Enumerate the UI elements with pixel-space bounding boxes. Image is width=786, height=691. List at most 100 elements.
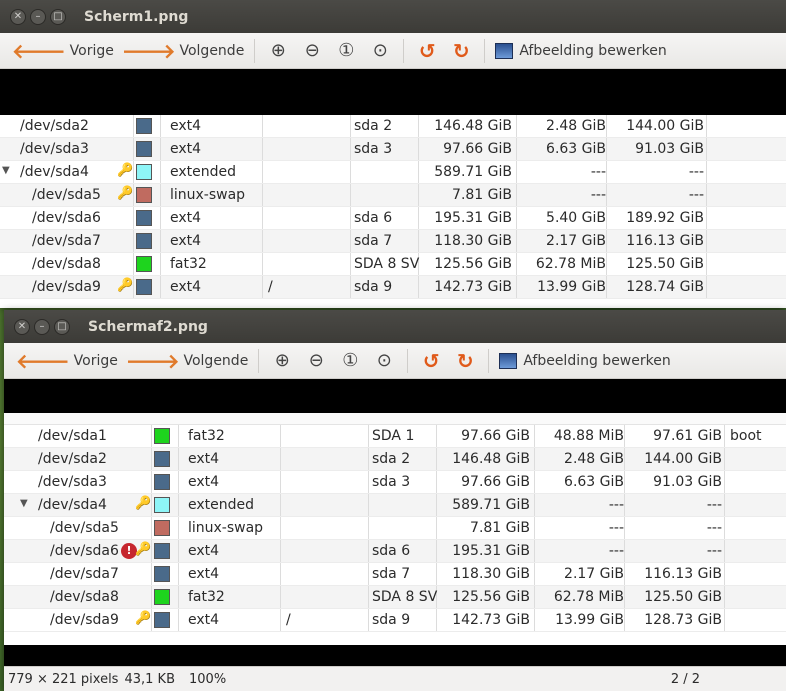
- window-title: Scherm1.png: [84, 8, 189, 25]
- column-divider: [724, 448, 725, 470]
- next-label: Volgende: [179, 42, 245, 59]
- key-icon: 🔑: [135, 611, 152, 626]
- minimize-window-button[interactable]: –: [34, 318, 50, 335]
- key-icon: 🔑: [117, 278, 134, 293]
- partition-device: /dev/sda6: [50, 543, 119, 559]
- column-divider: [280, 494, 281, 516]
- table-row[interactable]: /dev/sda7 ext4 sda 7 118.30 GiB 2.17 GiB 116.…: [0, 230, 786, 253]
- edit-image-button[interactable]: Afbeelding bewerken: [491, 36, 670, 66]
- zoom-normal-icon: ①: [338, 40, 355, 61]
- partition-used: ---: [608, 543, 624, 559]
- previous-button[interactable]: 🡐 Vorige: [8, 36, 118, 66]
- zoom-in-button[interactable]: ⊕: [265, 346, 299, 376]
- rotate-right-icon: ↻: [456, 348, 474, 373]
- table-row[interactable]: /dev/sda8 fat32 SDA 8 SV 125.56 GiB 62.78 Mi…: [4, 586, 786, 609]
- partition-filesystem: ext4: [188, 566, 220, 582]
- zoom-in-icon: ⊕: [270, 40, 286, 61]
- column-divider: [350, 207, 351, 229]
- zoom-fit-button[interactable]: ⊙: [363, 36, 397, 66]
- edit-image-button[interactable]: Afbeelding bewerken: [495, 346, 674, 376]
- column-divider: [160, 276, 161, 298]
- table-row[interactable]: ▼ /dev/sda4 🔑 extended 589.71 GiB --- ---: [4, 494, 786, 517]
- filesystem-color-swatch: [154, 497, 170, 513]
- table-row[interactable]: /dev/sda5 🔑 linux-swap 7.81 GiB --- ---: [0, 184, 786, 207]
- next-button[interactable]: 🡒 Volgende: [118, 36, 248, 66]
- table-row[interactable]: /dev/sda2 ext4 sda 2 146.48 GiB 2.48 GiB 144.…: [4, 448, 786, 471]
- partition-size: 589.71 GiB: [434, 164, 512, 180]
- column-divider: [262, 184, 263, 206]
- partition-used: 62.78 MiB: [535, 256, 606, 272]
- column-divider: [133, 138, 134, 160]
- column-divider: [280, 425, 281, 447]
- zoom-fit-icon: ⊙: [376, 350, 392, 371]
- key-icon: 🔑: [135, 542, 152, 557]
- rotate-left-button[interactable]: ↺: [414, 346, 448, 376]
- filesystem-color-swatch: [136, 279, 152, 295]
- partition-filesystem: ext4: [170, 233, 202, 249]
- table-row[interactable]: /dev/sda3 ext4 sda 3 97.66 GiB 6.63 GiB 91.03…: [0, 138, 786, 161]
- partition-size: 146.48 GiB: [452, 451, 530, 467]
- column-divider: [262, 253, 263, 275]
- column-divider: [368, 448, 369, 470]
- partition-device: /dev/sda5: [32, 187, 101, 203]
- expander-arrow-icon[interactable]: ▼: [20, 498, 28, 509]
- table-row[interactable]: /dev/sda6 ext4 sda 6 195.31 GiB 5.40 GiB 189.…: [0, 207, 786, 230]
- zoom-normal-button[interactable]: ①: [333, 346, 367, 376]
- column-divider: [350, 138, 351, 160]
- table-row[interactable]: ▼ /dev/sda4 🔑 extended 589.71 GiB --- ---: [0, 161, 786, 184]
- column-divider: [606, 184, 607, 206]
- zoom-out-button[interactable]: ⊖: [299, 346, 333, 376]
- table-row[interactable]: /dev/sda8 fat32 SDA 8 SV 125.56 GiB 62.78 Mi…: [0, 253, 786, 276]
- image-edit-icon: [499, 352, 518, 369]
- column-divider: [178, 563, 179, 585]
- close-window-button[interactable]: ✕: [14, 318, 30, 335]
- column-divider: [262, 161, 263, 183]
- table-row[interactable]: /dev/sda2 ext4 sda 2 146.48 GiB 2.48 GiB 144.…: [0, 115, 786, 138]
- rotate-right-icon: ↻: [452, 38, 470, 63]
- partition-used: 6.63 GiB: [546, 141, 606, 157]
- rotate-right-button[interactable]: ↻: [444, 36, 478, 66]
- column-divider: [178, 425, 179, 447]
- next-button[interactable]: 🡒 Volgende: [122, 346, 252, 376]
- maximize-window-button[interactable]: □: [50, 8, 66, 25]
- partition-used: ---: [590, 164, 606, 180]
- partition-filesystem: ext4: [170, 141, 202, 157]
- table-row[interactable]: /dev/sda9 🔑 ext4 / sda 9 142.73 GiB 13.99 GiB 1…: [0, 276, 786, 299]
- rotate-left-button[interactable]: ↺: [410, 36, 444, 66]
- previous-button[interactable]: 🡐 Vorige: [12, 346, 122, 376]
- partition-size: 142.73 GiB: [452, 612, 530, 628]
- partition-filesystem: linux-swap: [188, 520, 264, 536]
- partition-unused: 125.50 GiB: [626, 256, 704, 272]
- zoom-out-button[interactable]: ⊖: [295, 36, 329, 66]
- table-row[interactable]: /dev/sda3 ext4 sda 3 97.66 GiB 6.63 GiB 91.03…: [4, 471, 786, 494]
- minimize-window-button[interactable]: –: [30, 8, 46, 25]
- table-row[interactable]: /dev/sda7 ext4 sda 7 118.30 GiB 2.17 GiB 116.…: [4, 563, 786, 586]
- zoom-normal-button[interactable]: ①: [329, 36, 363, 66]
- partition-device: /dev/sda3: [20, 141, 89, 157]
- partition-device: /dev/sda3: [38, 474, 107, 490]
- zoom-fit-icon: ⊙: [372, 40, 388, 61]
- rotate-right-button[interactable]: ↻: [448, 346, 482, 376]
- zoom-fit-button[interactable]: ⊙: [367, 346, 401, 376]
- partition-used: ---: [608, 497, 624, 513]
- table-row[interactable]: /dev/sda9 🔑 ext4 / sda 9 142.73 GiB 13.99 GiB 1…: [4, 609, 786, 632]
- partition-used: 2.17 GiB: [546, 233, 606, 249]
- table-row[interactable]: /dev/sda6! 🔑 ext4 sda 6 195.31 GiB --- ---: [4, 540, 786, 563]
- zoom-in-button[interactable]: ⊕: [261, 36, 295, 66]
- column-divider: [350, 230, 351, 252]
- table-row[interactable]: /dev/sda5 linux-swap 7.81 GiB --- ---: [4, 517, 786, 540]
- table-row[interactable]: /dev/sda1 fat32 SDA 1 97.66 GiB 48.88 MiB 97.…: [4, 425, 786, 448]
- partition-unused: ---: [688, 187, 704, 203]
- partition-device: /dev/sda2: [20, 118, 89, 134]
- partition-label: SDA 8 SV: [354, 256, 420, 272]
- column-divider: [151, 471, 152, 493]
- close-window-button[interactable]: ✕: [10, 8, 26, 25]
- column-divider: [178, 517, 179, 539]
- filesystem-color-swatch: [136, 210, 152, 226]
- image-viewer-window-2: ✕ – □ Schermaf2.png 🡐 Vorige 🡒 Volgende ⊕ …: [4, 310, 786, 691]
- maximize-window-button[interactable]: □: [54, 318, 70, 335]
- column-divider: [350, 184, 351, 206]
- expander-arrow-icon[interactable]: ▼: [2, 165, 10, 176]
- column-divider: [606, 230, 607, 252]
- arrow-right-icon: 🡒: [125, 348, 180, 373]
